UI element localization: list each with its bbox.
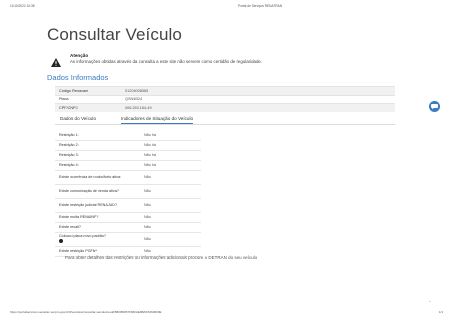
info-circle-icon[interactable] <box>59 239 63 243</box>
table-row: Restrição 4: Não há <box>55 160 201 171</box>
table-row: Restrição 1: Não há <box>55 130 201 141</box>
print-header: 11/10/2022 10:38 Portal de Serviços RENA… <box>10 4 443 12</box>
status-label: Existe recall? <box>55 222 140 233</box>
status-label: Colocou placa novo padrão? <box>59 234 106 238</box>
info-label: CPF/CNPJ <box>55 103 121 112</box>
status-value: Não <box>140 170 201 185</box>
print-date: 11/10/2022 10:38 <box>10 4 35 8</box>
status-value: Não há <box>140 140 201 151</box>
print-page-number: 1/1 <box>438 310 443 314</box>
table-row: Existe ocorrência de roubo/furto ativa: … <box>55 170 201 185</box>
info-value: QSN4B24 <box>121 94 395 104</box>
table-row: Código Renavam 01204008565 <box>55 86 395 95</box>
table-row: Existe multa RENAINF? Não <box>55 212 201 223</box>
status-value: Não <box>140 222 201 233</box>
section-title: Dados Informados <box>47 73 109 82</box>
status-label: Existe ocorrência de roubo/furto ativa: <box>55 170 140 185</box>
bottom-note: Para obter detalhes das restrições ou in… <box>65 255 258 260</box>
status-value: Não há <box>140 130 201 141</box>
status-label: Restrição 2: <box>55 140 140 151</box>
tab-indicadores-situacao[interactable]: Indicadores de Situação do Veículo <box>121 116 194 124</box>
status-value: Não <box>140 198 201 213</box>
chat-button[interactable] <box>429 101 440 112</box>
tab-bar: Dados do Veículo Indicadores de Situação… <box>55 115 395 125</box>
info-table: Código Renavam 01204008565 Placa QSN4B24… <box>55 86 395 112</box>
status-value: Não <box>140 232 201 247</box>
info-value: 01204008565 <box>121 86 395 95</box>
table-row: Existe restrição judicial RENAJUD? Não <box>55 198 201 213</box>
status-table: Restrição 1: Não há Restrição 2: Não há … <box>55 130 201 257</box>
status-value: Não <box>140 212 201 223</box>
status-label: Existe comunicação de venda ativa? <box>55 184 140 199</box>
status-label: Restrição 4: <box>55 160 140 171</box>
chevron-up-icon[interactable]: ⌃ <box>428 300 431 305</box>
info-label: Código Renavam <box>55 86 121 95</box>
tab-dados-do-veiculo[interactable]: Dados do Veículo <box>60 116 96 121</box>
table-row: Restrição 2: Não há <box>55 140 201 151</box>
warning-text: As informações obtidas através da consul… <box>70 59 263 64</box>
status-value: Não há <box>140 160 201 171</box>
page-title: Consultar Veículo <box>47 25 182 44</box>
table-row: Restrição 3: Não há <box>55 150 201 161</box>
status-value: Não <box>140 184 201 199</box>
print-page-title: Portal de Serviços RENATRAN <box>238 4 283 8</box>
info-value: 006.263.164-49 <box>121 103 395 112</box>
info-label: Placa <box>55 94 121 104</box>
table-row: Existe comunicação de venda ativa? Não <box>55 184 201 199</box>
warning-triangle-icon <box>51 54 61 67</box>
status-label: Restrição 1: <box>55 130 140 141</box>
table-row: Colocou placa novo padrão? Não <box>55 232 201 247</box>
status-label: Restrição 3: <box>55 150 140 161</box>
warning-alert: Atenção As informações obtidas através d… <box>47 53 427 67</box>
print-url: https://portalservicos.senatran.serpro.g… <box>10 310 162 314</box>
status-label: Existe restrição judicial RENAJUD? <box>55 198 140 213</box>
table-row: Placa QSN4B24 <box>55 94 395 104</box>
warning-title: Atenção <box>70 53 89 58</box>
status-value: Não há <box>140 150 201 161</box>
print-footer: https://portalservicos.senatran.serpro.g… <box>10 310 443 318</box>
status-label: Existe multa RENAINF? <box>55 212 140 223</box>
table-row: Existe recall? Não <box>55 222 201 233</box>
table-row: CPF/CNPJ 006.263.164-49 <box>55 103 395 112</box>
